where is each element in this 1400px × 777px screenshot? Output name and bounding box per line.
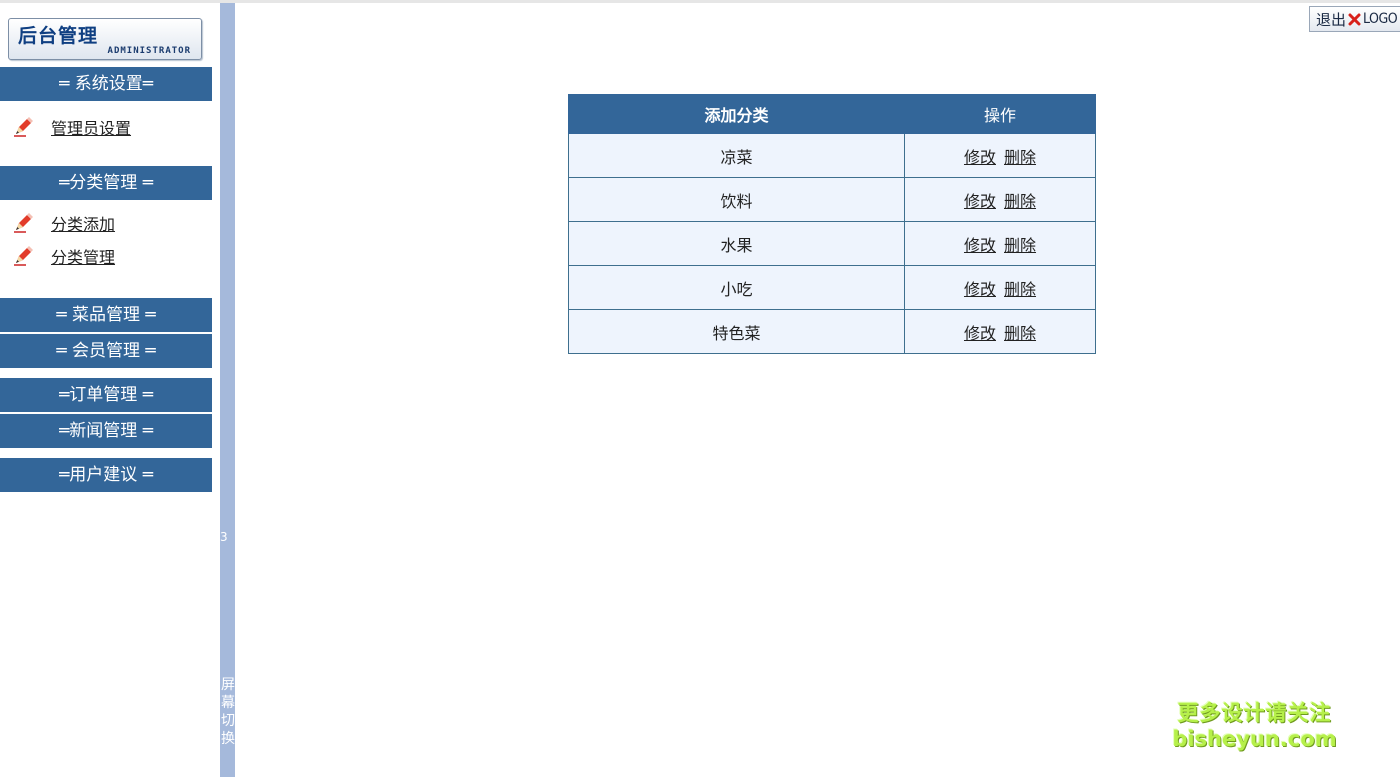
brand-title: 后台管理 xyxy=(18,25,99,47)
edit-link[interactable]: 修改 xyxy=(964,192,996,211)
section-category-management[interactable]: ═分类管理 ═ xyxy=(0,166,212,200)
sidebar-item-category-manage[interactable]: 分类管理 xyxy=(12,243,115,269)
section-news-management[interactable]: ═新闻管理 ═ xyxy=(0,414,212,448)
section-system-settings[interactable]: ═ 系统设置═ xyxy=(0,67,212,101)
section-member-management[interactable]: ═ 会员管理 ═ xyxy=(0,334,212,368)
sidebar-item-category-add[interactable]: 分类添加 xyxy=(12,210,115,236)
logout-button[interactable]: 退出 LOGO xyxy=(1309,6,1400,32)
table-header-row: 添加分类 操作 xyxy=(568,94,1096,134)
sidebar: 后台管理 ADMINISTRATOR ═ 系统设置═ 管理员设置 ═分类管理 ═ xyxy=(0,3,220,777)
column-header-actions: 操作 xyxy=(904,94,1096,134)
delete-link[interactable]: 删除 xyxy=(1004,148,1036,167)
sidebar-item-label: 管理员设置 xyxy=(51,119,132,138)
table-row: 特色菜 修改 删除 xyxy=(568,309,1096,354)
logout-label: 退出 xyxy=(1316,10,1347,29)
delete-link[interactable]: 删除 xyxy=(1004,236,1036,255)
category-name: 小吃 xyxy=(568,265,905,310)
section-label: ═分类管理 ═ xyxy=(59,173,153,193)
section-label: ═新闻管理 ═ xyxy=(59,421,153,441)
screen-toggle-splitter[interactable] xyxy=(220,3,235,777)
watermark: 更多设计请关注 bisheyun.com xyxy=(1172,700,1337,752)
brand-subtitle: ADMINISTRATOR xyxy=(107,46,191,56)
close-icon xyxy=(1348,13,1361,25)
section-label: ═用户建议 ═ xyxy=(59,465,153,485)
category-name: 水果 xyxy=(568,221,905,266)
pencil-icon xyxy=(14,246,33,266)
delete-link[interactable]: 删除 xyxy=(1004,192,1036,211)
category-name: 特色菜 xyxy=(568,309,905,354)
section-label: ═ 系统设置═ xyxy=(59,74,153,94)
sidebar-item-admin-settings[interactable]: 管理员设置 xyxy=(12,114,131,140)
table-row: 小吃 修改 删除 xyxy=(568,265,1096,310)
table-row: 饮料 修改 删除 xyxy=(568,177,1096,222)
row-actions: 修改 删除 xyxy=(904,221,1096,266)
watermark-line1: 更多设计请关注 xyxy=(1177,701,1332,725)
screen-toggle-label[interactable]: 屏幕切换 xyxy=(221,676,236,748)
watermark-line2: bisheyun.com xyxy=(1172,727,1337,751)
row-actions: 修改 删除 xyxy=(904,177,1096,222)
row-actions: 修改 删除 xyxy=(904,309,1096,354)
category-name: 饮料 xyxy=(568,177,905,222)
section-user-suggestions[interactable]: ═用户建议 ═ xyxy=(0,458,212,492)
sidebar-item-label: 分类添加 xyxy=(51,215,116,234)
category-name: 凉菜 xyxy=(568,133,905,178)
edit-link[interactable]: 修改 xyxy=(964,236,996,255)
section-label: ═ 会员管理 ═ xyxy=(56,341,156,361)
pencil-icon xyxy=(14,117,33,137)
section-label: ═订单管理 ═ xyxy=(59,385,153,405)
section-label: ═ 菜品管理 ═ xyxy=(56,305,156,325)
edit-link[interactable]: 修改 xyxy=(964,324,996,343)
pencil-icon xyxy=(14,213,33,233)
admin-page: 后台管理 ADMINISTRATOR ═ 系统设置═ 管理员设置 ═分类管理 ═ xyxy=(0,0,1400,777)
row-actions: 修改 删除 xyxy=(904,265,1096,310)
sidebar-item-label: 分类管理 xyxy=(51,248,116,267)
table-row: 凉菜 修改 删除 xyxy=(568,133,1096,178)
delete-link[interactable]: 删除 xyxy=(1004,280,1036,299)
splitter-number: 3 xyxy=(220,530,228,544)
section-order-management[interactable]: ═订单管理 ═ xyxy=(0,378,212,412)
delete-link[interactable]: 删除 xyxy=(1004,324,1036,343)
section-dish-management[interactable]: ═ 菜品管理 ═ xyxy=(0,298,212,332)
row-actions: 修改 删除 xyxy=(904,133,1096,178)
logo-label: LOGO xyxy=(1363,11,1398,27)
category-table: 添加分类 操作 凉菜 修改 删除 饮料 修改 删除 水果 修改 删除 小吃 修改… xyxy=(568,94,1096,354)
table-row: 水果 修改 删除 xyxy=(568,221,1096,266)
column-header-category: 添加分类 xyxy=(568,94,905,134)
brand-logo: 后台管理 ADMINISTRATOR xyxy=(8,18,202,60)
edit-link[interactable]: 修改 xyxy=(964,280,996,299)
edit-link[interactable]: 修改 xyxy=(964,148,996,167)
